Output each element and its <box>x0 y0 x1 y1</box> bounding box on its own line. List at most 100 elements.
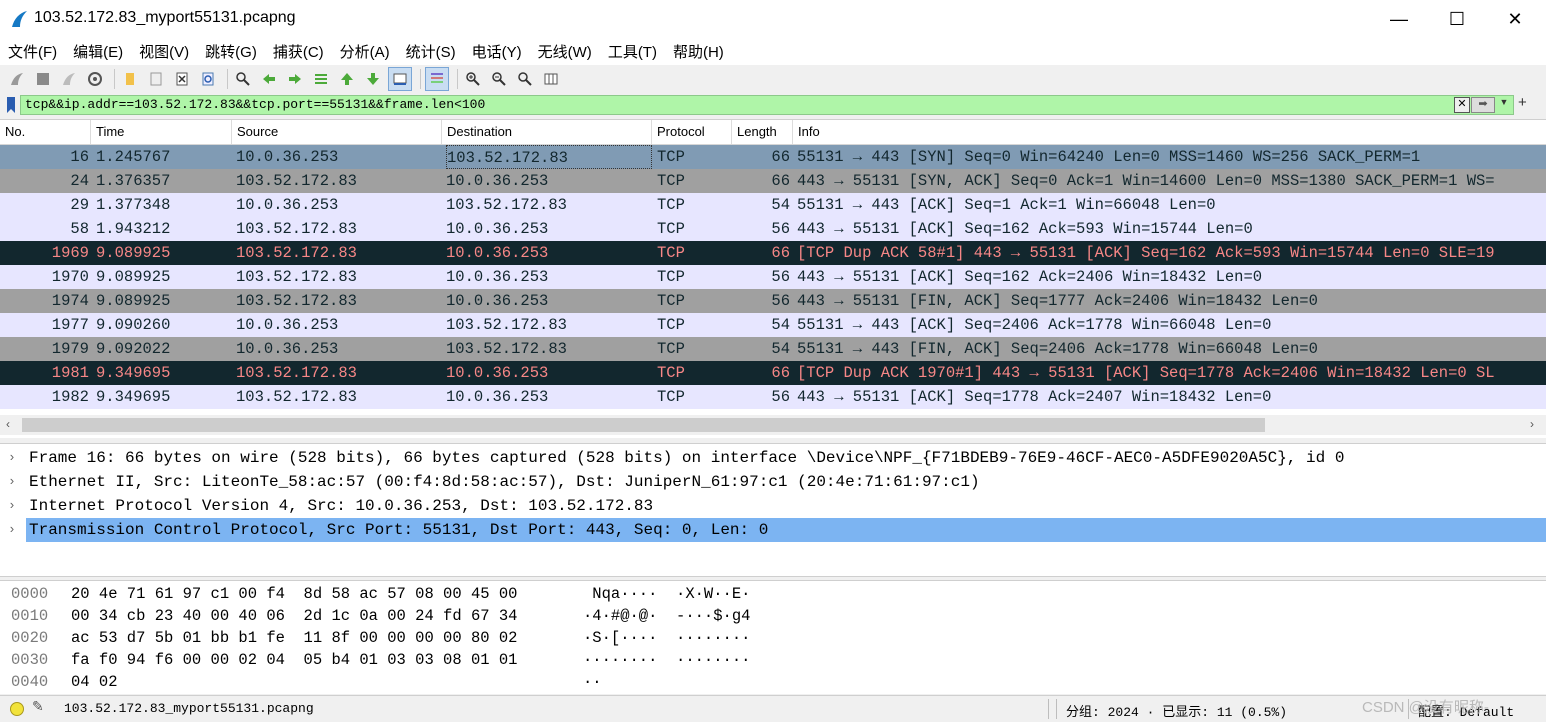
autoscroll-icon[interactable] <box>388 67 412 91</box>
column-header-no[interactable]: No. <box>0 120 91 144</box>
scroll-left-icon[interactable]: ‹ <box>6 417 10 431</box>
cell-info: 55131 → 443 [ACK] Seq=1 Ack=1 Win=66048 … <box>797 196 1216 214</box>
packet-row[interactable]: 29 1.377348 10.0.36.253 103.52.172.83 TCP 54 5… <box>0 193 1546 217</box>
packet-row[interactable]: 1974 9.089925 103.52.172.83 10.0.36.253 TCP 5… <box>0 289 1546 313</box>
column-header-info[interactable]: Info <box>793 120 1546 144</box>
maximize-button[interactable]: ☐ <box>1428 0 1486 38</box>
menu-file[interactable]: 文件(F) <box>0 41 65 62</box>
cell-length: 56 <box>771 388 790 406</box>
save-file-icon[interactable] <box>145 68 167 90</box>
chevron-right-icon[interactable]: › <box>8 494 20 518</box>
cell-time: 9.090260 <box>96 316 171 334</box>
chevron-right-icon[interactable]: › <box>8 470 20 494</box>
cell-destination: 10.0.36.253 <box>446 220 549 238</box>
packet-row[interactable]: 1977 9.090260 10.0.36.253 103.52.172.83 TCP 5… <box>0 313 1546 337</box>
menu-edit[interactable]: 编辑(E) <box>65 41 131 62</box>
cell-no: 1977 <box>51 316 89 334</box>
filter-bookmark-icon[interactable] <box>4 96 18 114</box>
menu-analyze[interactable]: 分析(A) <box>332 41 398 62</box>
status-bar: ✎ 103.52.172.83_myport55131.pcapng 分组: 2… <box>0 695 1546 722</box>
cell-protocol: TCP <box>657 172 685 190</box>
packet-row[interactable]: 1981 9.349695 103.52.172.83 10.0.36.253 TCP 6… <box>0 361 1546 385</box>
expert-info-led-icon[interactable] <box>10 702 24 716</box>
close-file-icon[interactable] <box>171 68 193 90</box>
find-packet-icon[interactable] <box>232 68 254 90</box>
cell-info: [TCP Dup ACK 58#1] 443 → 55131 [ACK] Seq… <box>797 244 1495 262</box>
menu-help[interactable]: 帮助(H) <box>665 41 732 62</box>
add-filter-button-icon[interactable]: + <box>1518 94 1527 111</box>
chevron-right-icon[interactable]: › <box>8 518 20 542</box>
reload-file-icon[interactable] <box>197 68 219 90</box>
first-packet-icon[interactable] <box>336 68 358 90</box>
menu-tools[interactable]: 工具(T) <box>600 41 665 62</box>
apply-filter-icon[interactable]: ➡ <box>1471 97 1495 113</box>
go-back-icon[interactable] <box>258 68 280 90</box>
menu-statistics[interactable]: 统计(S) <box>398 41 464 62</box>
packet-row[interactable]: 1979 9.092022 10.0.36.253 103.52.172.83 TCP 5… <box>0 337 1546 361</box>
cell-protocol: TCP <box>657 388 685 406</box>
packet-row[interactable]: 1982 9.349695 103.52.172.83 10.0.36.253 TCP 5… <box>0 385 1546 409</box>
detail-row-ipv4[interactable]: › Internet Protocol Version 4, Src: 10.0… <box>0 494 1546 518</box>
detail-row-tcp[interactable]: › Transmission Control Protocol, Src Por… <box>0 518 1546 542</box>
column-header-source[interactable]: Source <box>232 120 442 144</box>
menu-wireless[interactable]: 无线(W) <box>530 41 600 62</box>
close-button[interactable]: ✕ <box>1486 0 1544 38</box>
cell-time: 9.089925 <box>96 244 171 262</box>
packet-row[interactable]: 16 1.245767 10.0.36.253 103.52.172.83 TCP 66 5… <box>0 145 1546 169</box>
packet-row[interactable]: 1970 9.089925 103.52.172.83 10.0.36.253 TCP 5… <box>0 265 1546 289</box>
restart-capture-icon[interactable] <box>58 68 80 90</box>
capture-comment-icon[interactable]: ✎ <box>32 698 44 715</box>
filter-dropdown-icon[interactable]: ▼ <box>1497 97 1511 111</box>
clear-filter-icon[interactable]: ✕ <box>1454 97 1470 113</box>
display-filter-input[interactable]: tcp&&ip.addr==103.52.172.83&&tcp.port==5… <box>20 95 1514 115</box>
detail-row-frame[interactable]: › Frame 16: 66 bytes on wire (528 bits),… <box>0 446 1546 470</box>
bytes-offset: 0030 <box>11 651 49 669</box>
packet-list-horizontal-scrollbar[interactable]: ‹ › <box>0 415 1546 435</box>
toolbar-separator <box>227 69 228 89</box>
menu-go[interactable]: 跳转(G) <box>197 41 265 62</box>
column-header-length[interactable]: Length <box>732 120 793 144</box>
packet-row[interactable]: 1969 9.089925 103.52.172.83 10.0.36.253 TCP 6… <box>0 241 1546 265</box>
zoom-in-icon[interactable] <box>462 68 484 90</box>
menu-view[interactable]: 视图(V) <box>131 41 197 62</box>
normal-size-icon[interactable] <box>514 68 536 90</box>
column-header-destination[interactable]: Destination <box>442 120 652 144</box>
scroll-right-icon[interactable]: › <box>1530 417 1534 431</box>
cell-length: 54 <box>771 340 790 358</box>
column-header-time[interactable]: Time <box>91 120 232 144</box>
stop-capture-icon[interactable] <box>32 68 54 90</box>
cell-protocol: TCP <box>657 292 685 310</box>
packet-row[interactable]: 58 1.943212 103.52.172.83 10.0.36.253 TCP 56 4… <box>0 217 1546 241</box>
cell-info: 443 → 55131 [SYN, ACK] Seq=0 Ack=1 Win=1… <box>797 172 1495 190</box>
cell-no: 1970 <box>51 268 89 286</box>
packet-row[interactable]: 24 1.376357 103.52.172.83 10.0.36.253 TCP 66 4… <box>0 169 1546 193</box>
capture-options-icon[interactable] <box>84 68 106 90</box>
detail-row-ethernet[interactable]: › Ethernet II, Src: LiteonTe_58:ac:57 (0… <box>0 470 1546 494</box>
zoom-out-icon[interactable] <box>488 68 510 90</box>
cell-source: 10.0.36.253 <box>236 316 339 334</box>
bytes-hex: 04 02 <box>71 673 118 691</box>
cell-no: 1981 <box>51 364 89 382</box>
cell-length: 54 <box>771 196 790 214</box>
scrollbar-thumb[interactable] <box>22 418 1265 432</box>
cell-source: 103.52.172.83 <box>236 364 357 382</box>
minimize-button[interactable]: — <box>1370 0 1428 38</box>
cell-no: 29 <box>70 196 89 214</box>
chevron-right-icon[interactable]: › <box>8 446 20 470</box>
menu-telephony[interactable]: 电话(Y) <box>464 41 530 62</box>
last-packet-icon[interactable] <box>362 68 384 90</box>
bytes-ascii: ·S·[···· ········ <box>583 629 751 647</box>
column-header-protocol[interactable]: Protocol <box>652 120 732 144</box>
menu-capture[interactable]: 捕获(C) <box>265 41 332 62</box>
resize-columns-icon[interactable] <box>540 68 562 90</box>
open-file-icon[interactable] <box>119 68 141 90</box>
cell-info: 443 → 55131 [ACK] Seq=162 Ack=2406 Win=1… <box>797 268 1263 286</box>
cell-info: 55131 → 443 [FIN, ACK] Seq=2406 Ack=1778… <box>797 340 1318 358</box>
go-forward-icon[interactable] <box>284 68 306 90</box>
maximize-icon: ☐ <box>1448 8 1466 29</box>
colorize-icon[interactable] <box>425 67 449 91</box>
cell-protocol: TCP <box>657 340 685 358</box>
start-capture-icon[interactable] <box>6 68 28 90</box>
cell-length: 54 <box>771 316 790 334</box>
go-to-packet-icon[interactable] <box>310 68 332 90</box>
